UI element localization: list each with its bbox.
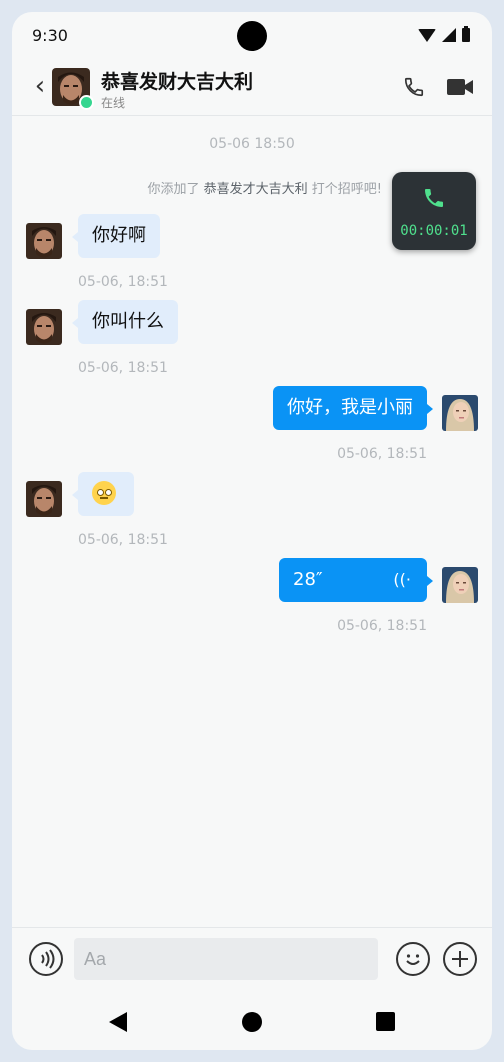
status-icons xyxy=(418,26,470,42)
system-note-prefix: 你添加了 xyxy=(147,182,200,197)
voice-input-icon[interactable] xyxy=(29,942,63,976)
online-indicator xyxy=(79,95,94,110)
incoming-emoji-message[interactable] xyxy=(72,472,134,516)
status-bar: 9:30 xyxy=(12,12,492,60)
system-note-suffix: 打个招呼吧! xyxy=(311,182,382,197)
battery-icon xyxy=(462,26,470,42)
voice-wave-icon: ((· xyxy=(393,570,411,589)
sender-avatar[interactable] xyxy=(26,223,62,259)
system-note-name: 恭喜发才大吉大利 xyxy=(203,182,308,197)
sender-avatar[interactable] xyxy=(26,481,62,517)
nav-home-icon[interactable] xyxy=(242,1012,262,1032)
my-avatar[interactable] xyxy=(442,395,478,431)
video-camera-icon[interactable] xyxy=(446,76,474,98)
incoming-message[interactable]: 你叫什么 xyxy=(72,300,178,344)
message-time: 05-06, 18:51 xyxy=(78,360,168,376)
system-note: 你添加了 恭喜发才大吉大利 打个招呼吧! xyxy=(147,178,382,197)
back-chevron-icon[interactable]: ‹ xyxy=(26,72,54,100)
phone-icon xyxy=(425,189,443,207)
camera-cutout xyxy=(237,21,267,51)
message-time: 05-06, 18:51 xyxy=(337,446,427,462)
voice-duration: 28″ xyxy=(293,569,323,590)
message-time: 05-06, 18:51 xyxy=(337,618,427,634)
call-timer: 00:00:01 xyxy=(400,223,468,239)
sender-avatar[interactable] xyxy=(26,309,62,345)
system-nav-bar xyxy=(12,996,492,1050)
message-input[interactable] xyxy=(74,938,378,980)
nav-recents-icon[interactable] xyxy=(376,1012,395,1031)
plus-icon[interactable] xyxy=(443,942,477,976)
outgoing-message[interactable]: 你好，我是小丽 xyxy=(273,386,433,430)
outgoing-voice-message[interactable]: 28″ ((· xyxy=(279,558,433,602)
emoji-icon[interactable] xyxy=(396,942,430,976)
wifi-icon xyxy=(418,28,436,42)
input-bar xyxy=(12,927,492,996)
my-avatar[interactable] xyxy=(442,567,478,603)
message-time: 05-06, 18:51 xyxy=(78,532,168,548)
signal-icon xyxy=(442,28,456,42)
chat-header: ‹ 恭喜发财大吉大利 在线 xyxy=(12,60,492,116)
date-separator: 05-06 18:50 xyxy=(209,136,295,152)
nav-back-icon[interactable] xyxy=(109,1012,127,1032)
incoming-message[interactable]: 你好啊 xyxy=(72,214,160,258)
contact-name: 恭喜发财大吉大利 xyxy=(101,71,254,93)
status-time: 9:30 xyxy=(32,26,68,45)
message-time: 05-06, 18:51 xyxy=(78,274,168,290)
call-overlay[interactable]: 00:00:01 xyxy=(392,172,476,250)
phone-icon[interactable] xyxy=(403,76,425,98)
contact-status: 在线 xyxy=(101,96,126,110)
rolling-eyes-emoji-icon xyxy=(92,480,116,505)
phone-screen: 9:30 ‹ 恭喜发财大吉大利 在线 05-06 18:50 你添加了 恭喜发才… xyxy=(12,12,492,1050)
